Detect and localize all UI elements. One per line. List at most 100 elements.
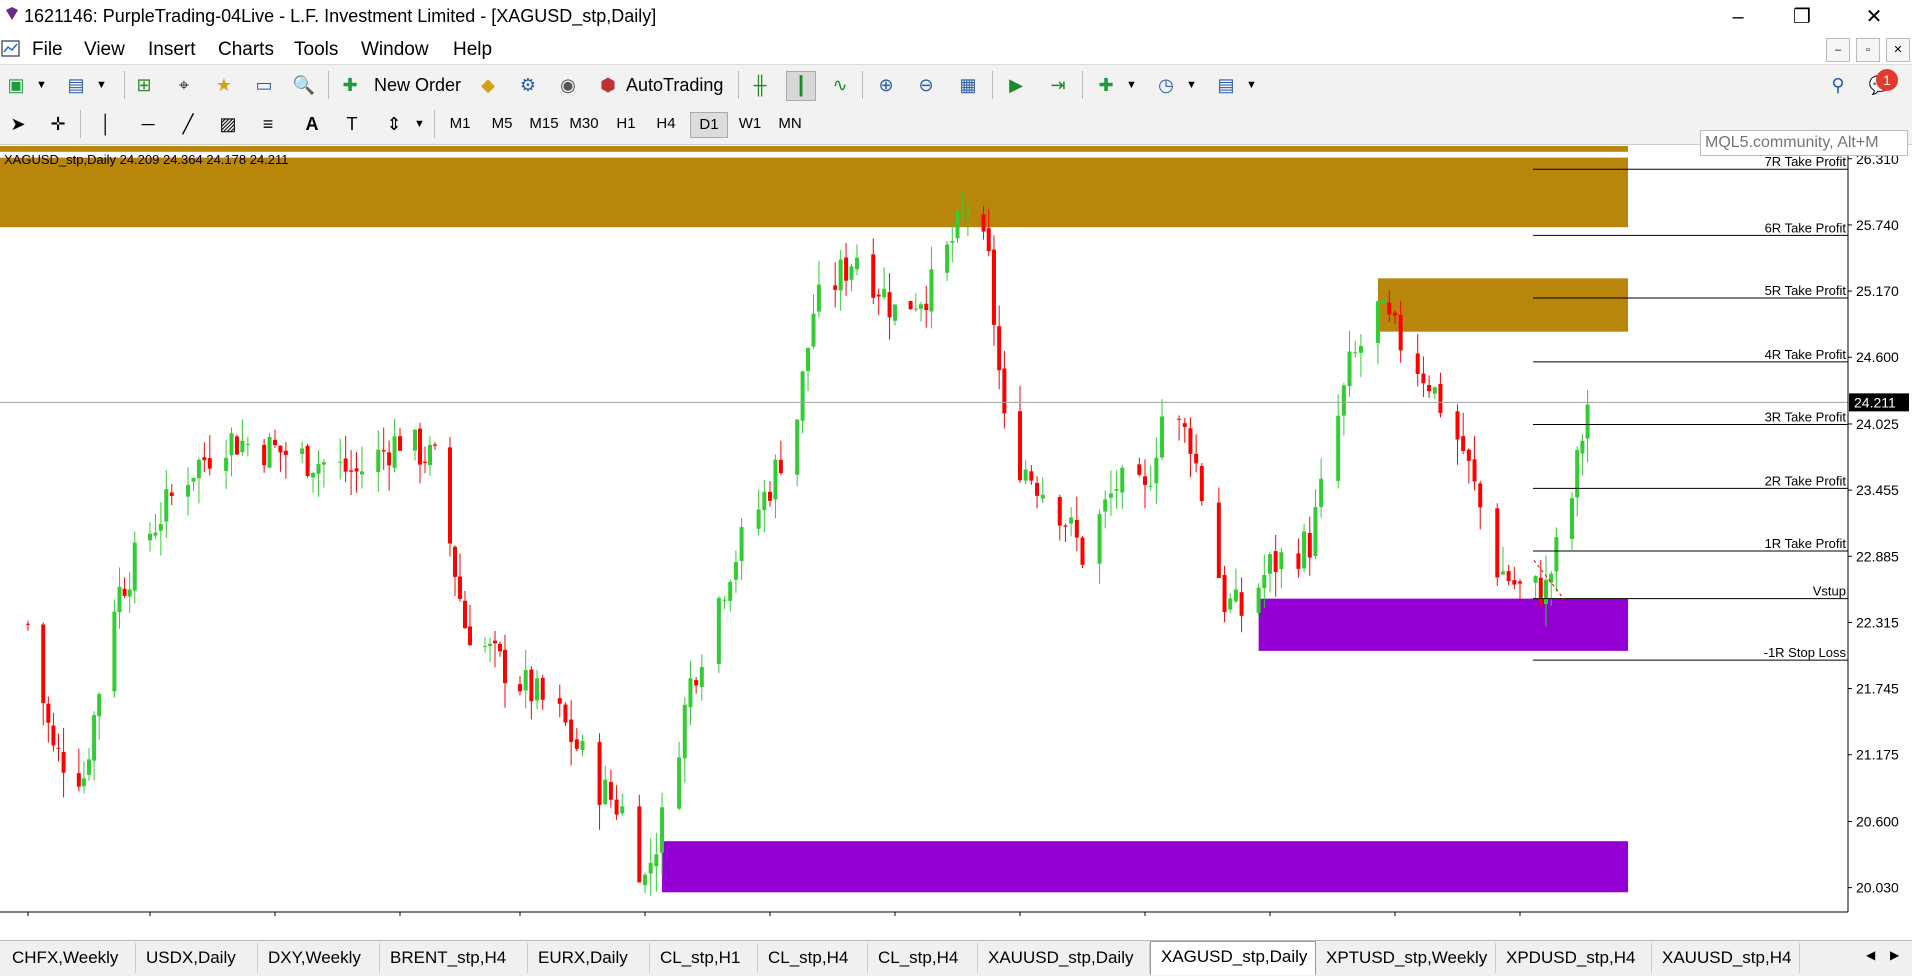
new-order-icon[interactable]: ✚ — [336, 71, 364, 99]
templates-dropdown-icon[interactable]: ▼ — [1246, 71, 1257, 99]
chart-tab[interactable]: CL_stp,H1 — [650, 943, 758, 973]
level-label: 2R Take Profit — [1765, 473, 1847, 488]
candle-body — [158, 524, 163, 531]
tf-mn[interactable]: MN — [772, 112, 808, 136]
close-button[interactable]: ✕ — [1852, 4, 1896, 30]
indicators-icon[interactable]: ✚ — [1092, 71, 1120, 99]
metaeditor-icon[interactable]: ◆ — [474, 71, 502, 99]
menu-charts[interactable]: Charts — [218, 39, 274, 61]
indicators-dropdown-icon[interactable]: ▼ — [1126, 71, 1137, 99]
chart-tab[interactable]: USDX,Daily — [136, 943, 258, 973]
chart-tab[interactable]: XAUUSD_stp,Daily — [978, 943, 1150, 973]
periods-dropdown-icon[interactable]: ▼ — [1186, 71, 1197, 99]
tf-h4[interactable]: H4 — [648, 112, 684, 136]
candle-body — [563, 704, 568, 723]
horizontal-line-icon[interactable]: ─ — [134, 110, 162, 138]
tf-m30[interactable]: M30 — [566, 112, 602, 136]
candle-body — [1313, 507, 1318, 556]
arrows-dropdown-icon[interactable]: ▼ — [414, 110, 425, 138]
crosshair-icon[interactable]: ✛ — [44, 110, 72, 138]
candle-body — [1035, 482, 1040, 496]
chart-tab[interactable]: CL_stp,H4 — [758, 943, 868, 973]
chart-tab[interactable]: EURX,Daily — [528, 943, 650, 973]
equidistant-channel-icon[interactable]: ▨ — [214, 110, 242, 138]
tabs-scroll-right-icon[interactable]: ▶ — [1890, 948, 1899, 962]
tile-windows-icon[interactable]: ▦ — [954, 71, 982, 99]
signals-icon[interactable]: ⚙ — [514, 71, 542, 99]
periods-icon[interactable]: ◷ — [1152, 71, 1180, 99]
tf-m15[interactable]: M15 — [526, 112, 562, 136]
templates-icon[interactable]: ▤ — [1212, 71, 1240, 99]
navigator-icon[interactable]: ★ — [210, 71, 238, 99]
chart-tab[interactable]: CL_stp,H4 — [868, 943, 978, 973]
zoom-out-icon[interactable]: ⊖ — [912, 71, 940, 99]
tf-w1[interactable]: W1 — [732, 112, 768, 136]
profiles-icon[interactable]: ▤ — [62, 71, 90, 99]
candle-body — [483, 645, 487, 647]
fibonacci-icon[interactable]: ≡ — [254, 110, 282, 138]
menu-view[interactable]: View — [84, 39, 125, 61]
candle-body — [169, 492, 174, 496]
child-restore-button[interactable]: ▫ — [1856, 38, 1880, 62]
strategy-tester-icon[interactable]: 🔍 — [290, 71, 318, 99]
candle-body — [122, 588, 127, 596]
trendline-icon[interactable]: ╱ — [174, 110, 202, 138]
chart-tab[interactable]: XPTUSD_stp,Weekly — [1316, 943, 1496, 973]
market-icon[interactable]: ◉ — [554, 71, 582, 99]
search-icon[interactable]: ⚲ — [1824, 71, 1852, 99]
chart-tab[interactable]: BRENT_stp,H4 — [380, 943, 528, 973]
chart-tab[interactable]: XAGUSD_stp,Daily — [1150, 941, 1316, 975]
notification-badge[interactable]: 1 — [1876, 69, 1898, 91]
maximize-button[interactable]: ❐ — [1780, 4, 1824, 30]
tf-h1[interactable]: H1 — [608, 112, 644, 136]
vertical-line-icon[interactable]: │ — [92, 110, 120, 138]
menu-help[interactable]: Help — [453, 39, 492, 61]
terminal-icon[interactable]: ▭ — [250, 71, 278, 99]
candle-body — [1063, 525, 1068, 527]
autotrading-icon[interactable]: ⬢ — [594, 71, 622, 99]
chart-tab[interactable]: XAUUSD_stp,H4 — [1652, 943, 1800, 973]
tf-m5[interactable]: M5 — [484, 112, 520, 136]
candlestick-chart-icon[interactable]: ┃ — [786, 71, 816, 101]
new-chart-dropdown-icon[interactable]: ▼ — [36, 71, 47, 99]
level-label: 1R Take Profit — [1765, 536, 1847, 551]
candle-body — [981, 214, 986, 232]
child-close-button[interactable]: ✕ — [1886, 38, 1910, 62]
mql5-search-input[interactable] — [1700, 130, 1908, 156]
chart-tab[interactable]: CHFX,Weekly — [2, 943, 136, 973]
chart-autoscroll-icon[interactable]: ▶ — [1002, 71, 1030, 99]
candle-body — [46, 703, 51, 723]
minimize-button[interactable]: – — [1716, 4, 1760, 30]
tabs-scroll-left-icon[interactable]: ◀ — [1866, 948, 1875, 962]
tf-d1[interactable]: D1 — [690, 112, 728, 138]
arrows-icon[interactable]: ⇕ — [380, 110, 408, 138]
zoom-in-icon[interactable]: ⊕ — [872, 71, 900, 99]
new-chart-icon[interactable]: ▣ — [2, 71, 30, 99]
text-icon[interactable]: A — [298, 110, 326, 138]
window-title: 1621146: PurpleTrading-04Live - L.F. Inv… — [24, 6, 657, 26]
line-chart-icon[interactable]: ∿ — [826, 71, 854, 99]
candle-body — [833, 285, 838, 290]
autotrading-button[interactable]: AutoTrading — [626, 71, 723, 99]
data-window-icon[interactable]: ⌖ — [170, 71, 198, 99]
text-label-icon[interactable]: T — [338, 110, 366, 138]
new-order-button[interactable]: New Order — [374, 71, 461, 99]
menu-window[interactable]: Window — [361, 39, 429, 61]
candle-body — [1461, 436, 1466, 451]
cursor-icon[interactable]: ➤ — [4, 110, 32, 138]
bar-chart-icon[interactable]: ╫ — [746, 71, 774, 99]
tf-m1[interactable]: M1 — [442, 112, 478, 136]
market-watch-icon[interactable]: ⊞ — [130, 71, 158, 99]
menu-file[interactable]: File — [32, 39, 63, 61]
chart-window-icon[interactable] — [0, 38, 22, 60]
chart-tab[interactable]: XPDUSD_stp,H4 — [1496, 943, 1652, 973]
menu-tools[interactable]: Tools — [294, 39, 338, 61]
child-minimize-button[interactable]: – — [1826, 38, 1850, 62]
profiles-dropdown-icon[interactable]: ▼ — [96, 71, 107, 99]
price-chart[interactable]: 7R Take Profit 6R Take Profit 5R Take Prof… — [0, 146, 1912, 916]
candle-body — [739, 527, 744, 561]
chart-tab[interactable]: DXY,Weekly — [258, 943, 380, 973]
menu-insert[interactable]: Insert — [148, 39, 196, 61]
chart-shift-icon[interactable]: ⇥ — [1044, 71, 1072, 99]
y-tick-label: 25.740 — [1856, 217, 1899, 233]
